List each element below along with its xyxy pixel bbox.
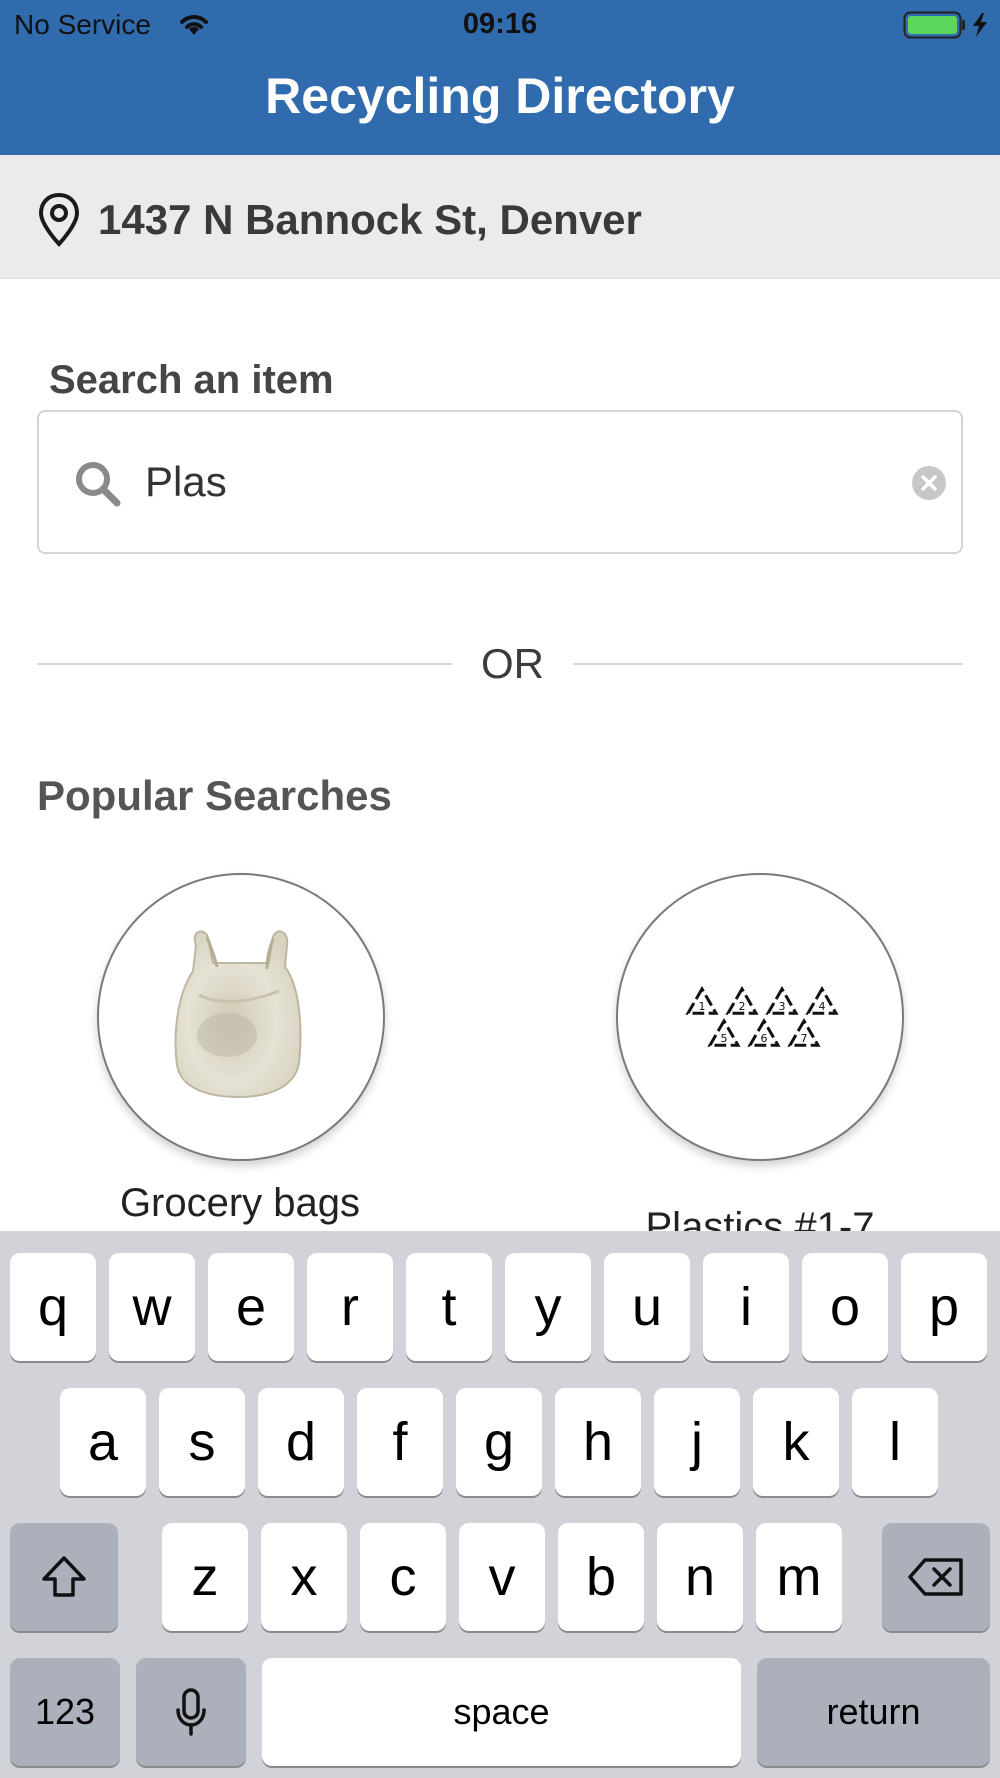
key-h[interactable]: h — [555, 1388, 641, 1496]
key-p[interactable]: p — [901, 1253, 987, 1361]
location-address: 1437 N Bannock St, Denver — [98, 196, 642, 243]
page-title: Recycling Directory — [265, 68, 735, 124]
key-a[interactable]: a — [60, 1388, 146, 1496]
search-input[interactable] — [145, 452, 885, 512]
key-n[interactable]: n — [657, 1523, 743, 1631]
key-c[interactable]: c — [360, 1523, 446, 1631]
key-r[interactable]: r — [307, 1253, 393, 1361]
key-m[interactable]: m — [756, 1523, 842, 1631]
key-z[interactable]: z — [162, 1523, 248, 1631]
clear-search-icon[interactable] — [912, 466, 946, 500]
key-o[interactable]: o — [802, 1253, 888, 1361]
numbers-key[interactable]: 123 — [10, 1658, 120, 1766]
key-e[interactable]: e — [208, 1253, 294, 1361]
microphone-icon — [176, 1688, 206, 1736]
key-l[interactable]: l — [852, 1388, 938, 1496]
key-g[interactable]: g — [456, 1388, 542, 1496]
recycling-number: 2 — [739, 1000, 746, 1013]
backspace-icon — [908, 1558, 963, 1596]
popular-searches-title: Popular Searches — [37, 772, 392, 819]
location-bar[interactable]: 1437 N Bannock St, Denver — [0, 155, 1000, 279]
divider-line-left — [37, 663, 452, 665]
key-d[interactable]: d — [258, 1388, 344, 1496]
location-pin-icon — [37, 192, 81, 253]
battery-icon — [903, 11, 993, 44]
recycling-number: 6 — [761, 1032, 768, 1045]
key-q[interactable]: q — [10, 1253, 96, 1361]
key-x[interactable]: x — [261, 1523, 347, 1631]
key-v[interactable]: v — [459, 1523, 545, 1631]
on-screen-keyboard: qwertyuiop asdfghjkl zxcvbnm 123 space r… — [0, 1231, 1000, 1778]
shift-key[interactable] — [10, 1523, 118, 1631]
or-divider-label: OR — [481, 640, 544, 687]
search-label: Search an item — [49, 358, 334, 402]
key-s[interactable]: s — [159, 1388, 245, 1496]
recycling-number: 5 — [721, 1032, 728, 1045]
key-k[interactable]: k — [753, 1388, 839, 1496]
popular-item-label: Grocery bags — [119, 1181, 361, 1225]
key-i[interactable]: i — [703, 1253, 789, 1361]
search-icon — [74, 460, 122, 513]
popular-item-grocery-bags[interactable] — [97, 873, 385, 1161]
app-header: No Service 09:16 Recycling Directory — [0, 0, 1000, 155]
recycling-number: 4 — [819, 1000, 826, 1013]
key-w[interactable]: w — [109, 1253, 195, 1361]
search-box[interactable] — [37, 410, 963, 554]
dictation-key[interactable] — [136, 1658, 246, 1766]
key-b[interactable]: b — [558, 1523, 644, 1631]
recycling-symbols-image: 1 2 3 4 5 6 7 — [685, 985, 839, 1047]
backspace-key[interactable] — [882, 1523, 990, 1631]
key-y[interactable]: y — [505, 1253, 591, 1361]
key-f[interactable]: f — [357, 1388, 443, 1496]
key-j[interactable]: j — [654, 1388, 740, 1496]
status-bar: No Service 09:16 — [0, 0, 1000, 50]
key-t[interactable]: t — [406, 1253, 492, 1361]
clock: 09:16 — [462, 8, 538, 40]
recycling-number: 1 — [699, 1000, 706, 1013]
shift-icon — [42, 1556, 86, 1597]
grocery-bag-image — [174, 930, 302, 1099]
space-key[interactable]: space — [262, 1658, 741, 1766]
recycling-number: 3 — [779, 1000, 786, 1013]
popular-item-plastics[interactable]: 1 2 3 4 5 6 7 — [616, 873, 904, 1161]
divider-line-right — [573, 663, 963, 665]
recycling-number: 7 — [801, 1032, 808, 1045]
return-key[interactable]: return — [757, 1658, 990, 1766]
key-u[interactable]: u — [604, 1253, 690, 1361]
